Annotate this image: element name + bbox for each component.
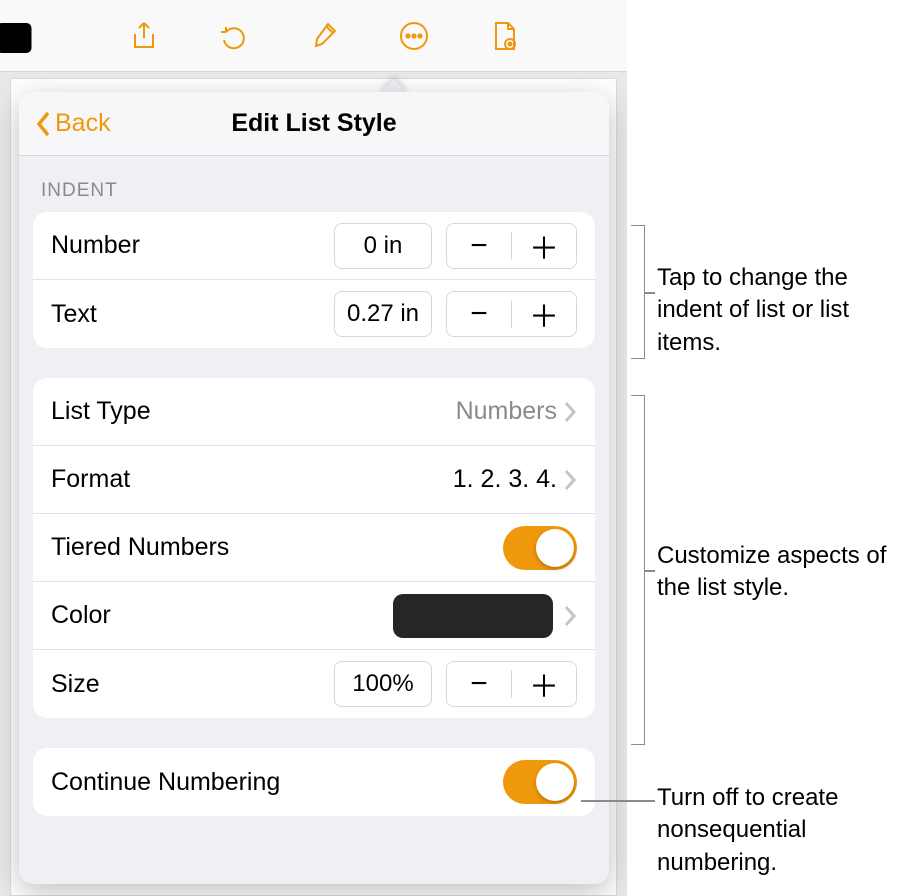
popover-header: Back Edit List Style xyxy=(19,92,609,156)
size-row: Size 100% − ＋ xyxy=(33,650,595,718)
format-value: 1. 2. 3. 4. xyxy=(453,465,557,494)
color-swatch xyxy=(393,594,553,638)
chevron-right-icon xyxy=(563,401,577,423)
format-brush-icon[interactable] xyxy=(306,18,342,54)
tiered-numbers-label: Tiered Numbers xyxy=(51,533,503,562)
callout-continue-text: Turn off to create nonsequential numberi… xyxy=(657,782,890,879)
continue-numbering-label: Continue Numbering xyxy=(51,768,503,797)
size-increase-button[interactable]: ＋ xyxy=(512,662,576,706)
indent-number-increase-button[interactable]: ＋ xyxy=(512,224,576,268)
indent-card: Number 0 in − ＋ Text 0.27 in − ＋ xyxy=(33,212,595,348)
color-row[interactable]: Color xyxy=(33,582,595,650)
indent-number-stepper: − ＋ xyxy=(446,223,577,269)
callout-lead xyxy=(645,570,655,572)
indent-text-decrease-button[interactable]: − xyxy=(447,292,511,336)
callout-lead xyxy=(581,800,655,802)
indent-text-value[interactable]: 0.27 in xyxy=(334,291,432,337)
callout-style-text: Customize aspects of the list style. xyxy=(657,540,890,605)
callouts-panel: Tap to change the indent of list or list… xyxy=(627,0,900,896)
share-icon[interactable] xyxy=(126,18,162,54)
indent-number-decrease-button[interactable]: − xyxy=(447,224,511,268)
color-label: Color xyxy=(51,601,393,630)
size-stepper: − ＋ xyxy=(446,661,577,707)
size-value[interactable]: 100% xyxy=(334,661,432,707)
chevron-right-icon xyxy=(563,469,577,491)
back-label: Back xyxy=(55,109,111,138)
indent-section-label: INDENT xyxy=(19,156,609,212)
tiered-numbers-toggle[interactable] xyxy=(503,526,577,570)
indent-text-label: Text xyxy=(51,300,334,329)
indent-number-row: Number 0 in − ＋ xyxy=(33,212,595,280)
popover-arrow xyxy=(380,79,408,93)
list-type-label: List Type xyxy=(51,397,456,426)
indent-text-increase-button[interactable]: ＋ xyxy=(512,292,576,336)
continue-numbering-card: Continue Numbering xyxy=(33,748,595,816)
format-row[interactable]: Format 1. 2. 3. 4. xyxy=(33,446,595,514)
size-decrease-button[interactable]: − xyxy=(447,662,511,706)
media-icon[interactable] xyxy=(0,18,34,54)
format-label: Format xyxy=(51,465,453,494)
top-toolbar xyxy=(0,0,627,72)
continue-numbering-row: Continue Numbering xyxy=(33,748,595,816)
chevron-right-icon xyxy=(563,605,577,627)
size-label: Size xyxy=(51,670,334,699)
indent-text-row: Text 0.27 in − ＋ xyxy=(33,280,595,348)
undo-icon[interactable] xyxy=(216,18,252,54)
callout-bracket xyxy=(631,225,645,359)
callout-bracket xyxy=(631,395,645,745)
tiered-numbers-row: Tiered Numbers xyxy=(33,514,595,582)
edit-list-style-popover: Back Edit List Style INDENT Number 0 in … xyxy=(19,92,609,884)
indent-number-label: Number xyxy=(51,231,334,260)
callout-indent-text: Tap to change the indent of list or list… xyxy=(657,262,890,359)
document-options-icon[interactable] xyxy=(486,18,522,54)
continue-numbering-toggle[interactable] xyxy=(503,760,577,804)
callout-lead xyxy=(645,292,655,294)
more-icon[interactable] xyxy=(396,18,432,54)
list-type-row[interactable]: List Type Numbers xyxy=(33,378,595,446)
back-button[interactable]: Back xyxy=(29,92,117,155)
list-style-card: List Type Numbers Format 1. 2. 3. 4. Tie… xyxy=(33,378,595,718)
popover-title: Edit List Style xyxy=(231,109,396,138)
indent-number-value[interactable]: 0 in xyxy=(334,223,432,269)
indent-text-stepper: − ＋ xyxy=(446,291,577,337)
list-type-value: Numbers xyxy=(456,397,557,426)
